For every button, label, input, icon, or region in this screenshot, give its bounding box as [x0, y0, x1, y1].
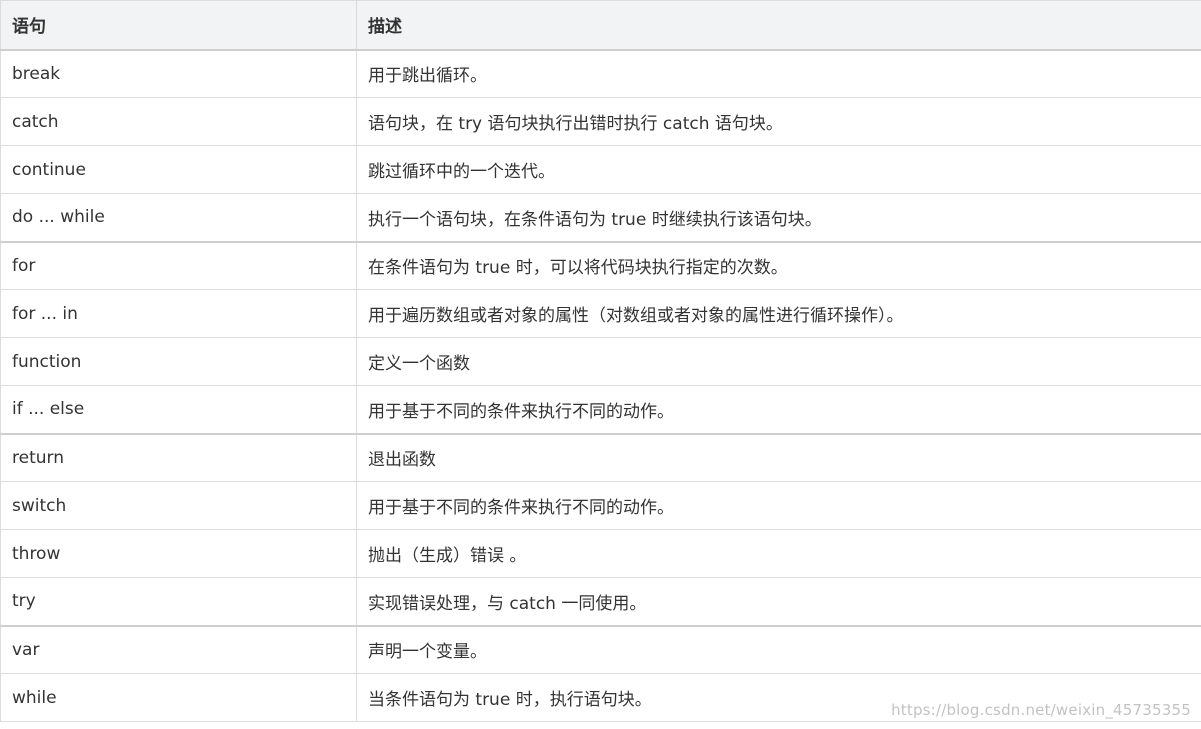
table-row: function 定义一个函数 [0, 337, 1201, 386]
description-cell: 定义一个函数 [356, 337, 1201, 386]
statement-cell: if ... else [0, 385, 357, 434]
statement-cell: return [0, 432, 357, 482]
table-row: switch 用于基于不同的条件来执行不同的动作。 [0, 481, 1201, 530]
description-cell: 在条件语句为 true 时，可以将代码块执行指定的次数。 [356, 240, 1201, 290]
statement-cell: switch [0, 481, 357, 530]
description-cell: 抛出（生成）错误 。 [356, 529, 1201, 578]
statement-cell: continue [0, 145, 357, 194]
statement-cell: try [0, 577, 357, 626]
statement-cell: function [0, 337, 357, 386]
description-cell: 用于基于不同的条件来执行不同的动作。 [356, 481, 1201, 530]
table-body: break 用于跳出循环。 catch 语句块，在 try 语句块执行出错时执行… [0, 48, 1201, 722]
table-row: throw 抛出（生成）错误 。 [0, 529, 1201, 578]
table-row: try 实现错误处理，与 catch 一同使用。 [0, 577, 1201, 626]
statement-cell: catch [0, 97, 357, 146]
table-header: 语句 描述 [0, 0, 1201, 50]
table-row: for ... in 用于遍历数组或者对象的属性（对数组或者对象的属性进行循环操… [0, 289, 1201, 338]
statement-cell: throw [0, 529, 357, 578]
statement-cell: do ... while [0, 193, 357, 242]
table-row: if ... else 用于基于不同的条件来执行不同的动作。 [0, 385, 1201, 434]
table-row: catch 语句块，在 try 语句块执行出错时执行 catch 语句块。 [0, 97, 1201, 146]
header-row: 语句 描述 [0, 0, 1201, 50]
description-cell: 声明一个变量。 [356, 624, 1201, 674]
statement-cell: var [0, 624, 357, 674]
table-row: break 用于跳出循环。 [0, 48, 1201, 98]
description-cell: 退出函数 [356, 432, 1201, 482]
description-cell: 实现错误处理，与 catch 一同使用。 [356, 577, 1201, 626]
statement-cell: break [0, 48, 357, 98]
statement-cell: while [0, 673, 357, 722]
source-watermark: https://blog.csdn.net/weixin_45735355 [891, 701, 1191, 719]
table-row: do ... while 执行一个语句块，在条件语句为 true 时继续执行该语… [0, 193, 1201, 242]
table-row: var 声明一个变量。 [0, 624, 1201, 674]
description-cell: 语句块，在 try 语句块执行出错时执行 catch 语句块。 [356, 97, 1201, 146]
table-row: return 退出函数 [0, 432, 1201, 482]
description-cell: 用于基于不同的条件来执行不同的动作。 [356, 385, 1201, 434]
header-description: 描述 [356, 0, 1201, 50]
description-cell: 跳过循环中的一个迭代。 [356, 145, 1201, 194]
description-cell: 用于跳出循环。 [356, 48, 1201, 98]
statement-cell: for [0, 240, 357, 290]
statements-table: 语句 描述 break 用于跳出循环。 catch 语句块，在 try 语句块执… [0, 0, 1201, 722]
description-cell: 执行一个语句块，在条件语句为 true 时继续执行该语句块。 [356, 193, 1201, 242]
table-row: for 在条件语句为 true 时，可以将代码块执行指定的次数。 [0, 240, 1201, 290]
header-statement: 语句 [0, 0, 357, 50]
description-cell: 用于遍历数组或者对象的属性（对数组或者对象的属性进行循环操作）。 [356, 289, 1201, 338]
statement-cell: for ... in [0, 289, 357, 338]
table-row: continue 跳过循环中的一个迭代。 [0, 145, 1201, 194]
